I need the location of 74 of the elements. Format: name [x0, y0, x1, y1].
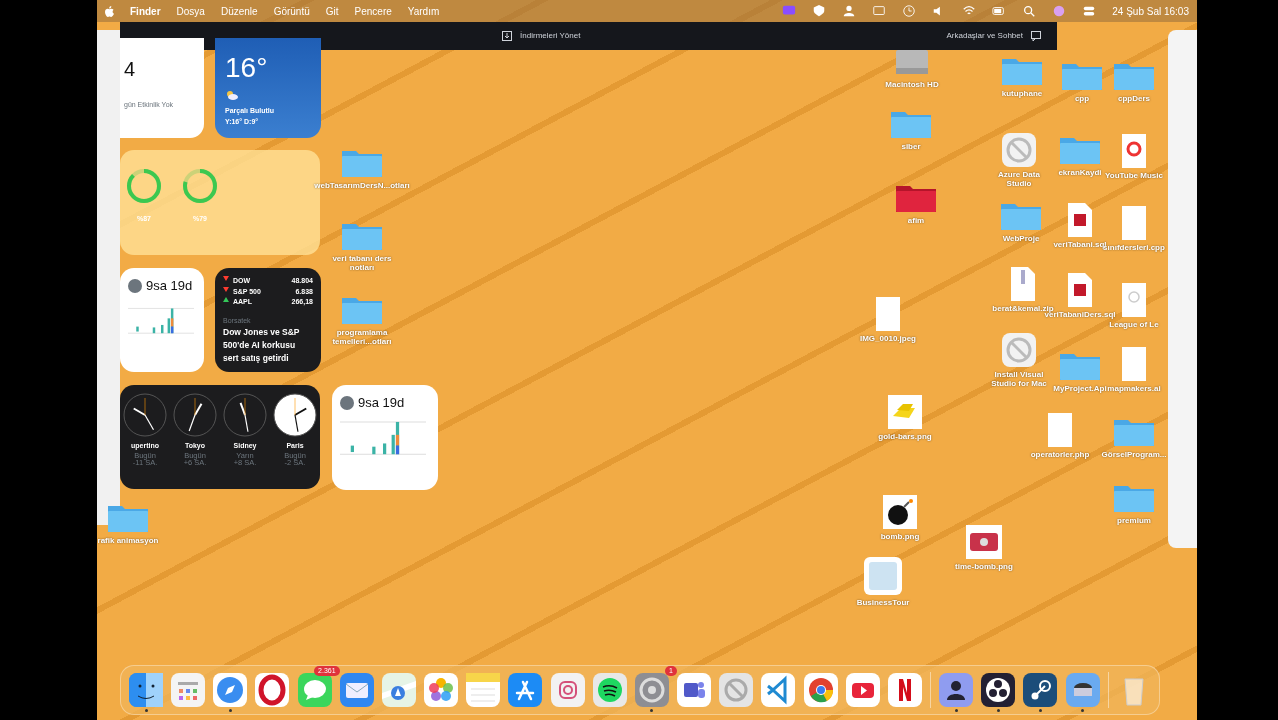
menu-item[interactable]: Görüntü [273, 3, 310, 19]
file-label[interactable]: operatorler.php [1030, 450, 1090, 460]
clock-icon[interactable] [902, 4, 917, 18]
chat-icon[interactable] [1031, 31, 1041, 41]
battery-ring [180, 166, 220, 206]
file-label[interactable]: ekranKaydi [1058, 168, 1102, 178]
person-icon[interactable] [842, 4, 857, 18]
file-label[interactable]: afim [907, 216, 925, 226]
dock-app[interactable] [1023, 673, 1058, 707]
file-label[interactable]: BusinessTour [856, 598, 910, 608]
dock-app[interactable] [939, 673, 974, 707]
battery-icon[interactable] [992, 4, 1007, 18]
overlay-link[interactable]: Arkadaşlar ve Sohbet [946, 30, 1023, 42]
prohibited-icon[interactable] [1001, 332, 1037, 368]
file-label[interactable]: premium [1117, 516, 1151, 526]
file-label[interactable]: veri tabanı ders notları [329, 254, 395, 273]
file-label[interactable]: GörselProgram... [1101, 450, 1167, 460]
document-icon[interactable] [1065, 272, 1095, 308]
file-label[interactable]: MyProject.Api [1053, 384, 1107, 394]
file-label[interactable]: cpp [1074, 94, 1090, 104]
file-label[interactable]: YouTube Music [1105, 171, 1163, 181]
menu-item[interactable]: Yardım [407, 3, 440, 19]
file-label[interactable]: berat&kemal.zip [992, 304, 1054, 314]
image-thumbnail-icon[interactable] [863, 556, 903, 596]
shield-icon[interactable] [812, 4, 827, 18]
overlay-link[interactable]: İndirmeleri Yönet [520, 30, 581, 42]
file-label[interactable]: Azure Data Studio [986, 170, 1052, 189]
download-icon[interactable] [502, 31, 513, 41]
avatar-circle [340, 395, 354, 410]
menu-bar-clock[interactable]: 24 Şub Sal 16:03 [1112, 3, 1189, 19]
file-label[interactable]: mapmakers.ai [1107, 384, 1161, 394]
file-label[interactable]: WebProje [1002, 234, 1040, 244]
dock-app[interactable] [981, 673, 1016, 707]
face-icon [129, 673, 163, 707]
menu-item[interactable]: Pencere [354, 3, 392, 19]
file-label[interactable]: IMG_0010.jpeg [860, 334, 916, 344]
file-label[interactable]: Install Visual Studio for Mac [986, 370, 1052, 389]
ingots-icon[interactable] [887, 394, 923, 430]
apple-icon [105, 5, 114, 17]
file-label[interactable]: kutuphane [1001, 89, 1043, 99]
dynamite-icon[interactable] [965, 524, 1003, 560]
window-icon[interactable] [872, 4, 887, 18]
cloud-sun-icon [225, 89, 239, 100]
bomb-icon[interactable] [882, 494, 918, 530]
prohibited-icon[interactable] [1001, 132, 1037, 168]
avatar-circle [128, 278, 142, 293]
search-icon[interactable] [1022, 4, 1037, 18]
news-headline: Dow Jones ve S&P 500'de AI korkusu sert satış getirdi [223, 326, 301, 365]
file-label[interactable]: Macintosh HD [885, 80, 939, 90]
file-label[interactable]: webTasarımDersN...otları [314, 181, 410, 191]
screen-time-total: 9sa 19d [358, 394, 405, 412]
battery-ring [124, 166, 164, 206]
document-icon[interactable] [1065, 202, 1095, 238]
screen-record-icon[interactable] [782, 4, 797, 18]
file-label[interactable]: gold-bars.png [878, 432, 932, 442]
dock-app[interactable] [1065, 673, 1100, 707]
file-label[interactable]: League of Le [1109, 320, 1159, 330]
menu-item[interactable]: Finder [130, 3, 161, 19]
file-label[interactable]: siber [901, 142, 921, 152]
document-icon[interactable] [1119, 133, 1149, 169]
toggle-icon[interactable] [1082, 4, 1097, 18]
file-label[interactable]: bomb.png [880, 532, 920, 542]
file-label[interactable]: cppDers [1118, 94, 1150, 104]
dock-app[interactable] [592, 673, 627, 707]
menu-item[interactable]: Dosya [176, 3, 205, 19]
calendar-day: 4 [124, 54, 204, 84]
menu-item[interactable]: Düzenle [220, 3, 258, 19]
screen-time-total: 9sa 19d [146, 277, 193, 295]
menu-item[interactable]: Git [325, 3, 339, 19]
file-label[interactable]: programlama temelleri...otları [329, 328, 395, 347]
file-label[interactable]: rafik animasyon [97, 536, 159, 546]
zip-file-icon[interactable] [1008, 266, 1038, 302]
file-label[interactable]: time-bomb.png [955, 562, 1013, 572]
temperature: 16° [225, 54, 269, 82]
